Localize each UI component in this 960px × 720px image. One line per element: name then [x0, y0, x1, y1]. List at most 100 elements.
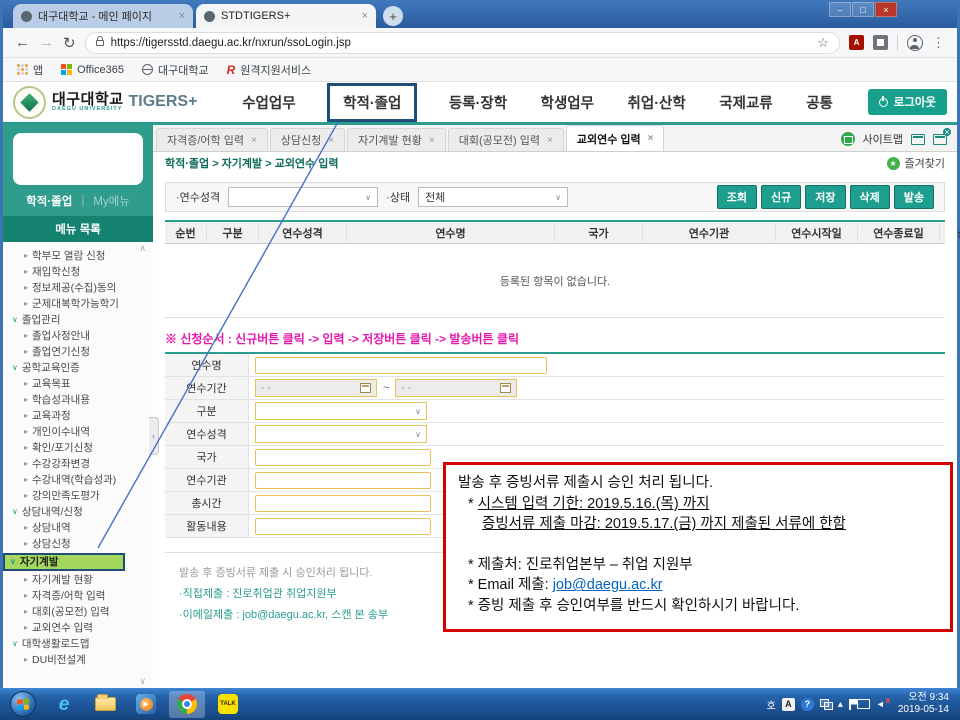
content-tab[interactable]: 대회(공모전) 입력×: [448, 128, 564, 151]
sidebar-menu-item-highlighted[interactable]: ∨자기계발: [3, 553, 125, 571]
tab-close-icon[interactable]: ×: [251, 135, 257, 146]
taskbar-wmp-button[interactable]: ▶: [128, 691, 164, 718]
training-nature-select[interactable]: ∨: [255, 425, 427, 443]
training-period-end-input[interactable]: - -: [395, 379, 517, 397]
content-tab[interactable]: 자격증/어학 입력×: [156, 128, 268, 151]
sidebar-menu-item[interactable]: ▸자격증/어학 입력: [3, 588, 153, 604]
browser-menu-icon[interactable]: ⋮: [932, 35, 945, 51]
institution-input[interactable]: [255, 472, 431, 489]
display-tray-icon[interactable]: [857, 699, 870, 709]
tab-close-icon[interactable]: ×: [179, 10, 185, 22]
action-center-flag-icon[interactable]: [849, 699, 851, 710]
sidebar-menu-item[interactable]: ∨상담내역/신청: [3, 504, 153, 520]
nav-item[interactable]: 국제교류: [717, 86, 774, 119]
volume-muted-icon[interactable]: [876, 698, 890, 710]
taskbar-kakao-button[interactable]: TALK: [210, 691, 246, 718]
tab-close-icon[interactable]: ×: [362, 10, 368, 22]
country-input[interactable]: [255, 449, 431, 466]
calendar-icon[interactable]: [360, 383, 371, 393]
browser-tab[interactable]: 대구대학교 - 메인 페이지×: [13, 4, 193, 28]
calendar-icon[interactable]: [500, 383, 511, 393]
new-tab-button[interactable]: +: [383, 6, 403, 26]
taskbar-ie-button[interactable]: e: [46, 691, 82, 718]
nav-item-highlighted[interactable]: 학적·졸업: [327, 83, 417, 122]
logout-button[interactable]: 로그아웃: [868, 89, 947, 115]
sidebar-menu-item[interactable]: ▸정보제공(수집)동의: [3, 280, 153, 296]
sidebar-menu-item[interactable]: ▸수강강좌변경: [3, 456, 153, 472]
ime-korean-icon[interactable]: 호: [767, 697, 776, 712]
action-button[interactable]: 저장: [805, 185, 845, 209]
sidebar-menu-item[interactable]: ▸졸업사정안내: [3, 328, 153, 344]
action-button[interactable]: 삭제: [850, 185, 890, 209]
help-tray-icon[interactable]: ?: [801, 698, 814, 711]
sidebar-menu-item[interactable]: ▸DU비전설계: [3, 652, 153, 668]
nature-select[interactable]: ∨: [228, 187, 378, 207]
activity-input[interactable]: [255, 518, 431, 535]
status-select[interactable]: 전체 ∨: [418, 187, 568, 207]
favorite-control[interactable]: ★ 즐겨찾기: [887, 155, 945, 171]
sidebar-menu-item[interactable]: ▸자기계발 현황: [3, 572, 153, 588]
content-tab[interactable]: 자기계발 현황×: [347, 128, 446, 151]
email-link[interactable]: job@daegu.ac.kr: [553, 577, 663, 593]
sitemap-link[interactable]: 사이트맵: [863, 131, 903, 147]
reload-icon[interactable]: ↻: [63, 34, 76, 52]
total-hours-input[interactable]: [255, 495, 431, 512]
sidebar-menu-item[interactable]: ▸교외연수 입력: [3, 620, 153, 636]
bookmark-item[interactable]: R원격지원서비스: [227, 62, 312, 78]
training-name-input[interactable]: [255, 357, 547, 374]
nav-item[interactable]: 학생업무: [539, 86, 596, 119]
bookmark-star-icon[interactable]: ☆: [817, 35, 829, 51]
sidebar-menu-item[interactable]: ▸대회(공모전) 입력: [3, 604, 153, 620]
sidebar-menu-item[interactable]: ▸개인이수내역: [3, 424, 153, 440]
bookmark-item[interactable]: Office365: [61, 64, 124, 76]
taskbar-explorer-button[interactable]: [87, 691, 123, 718]
sidebar-collapse-handle[interactable]: ‹: [149, 417, 159, 455]
sidebar-menu-item[interactable]: ∨졸업관리: [3, 312, 153, 328]
tab-close-icon[interactable]: ×: [328, 135, 334, 146]
tray-app-icon[interactable]: [820, 699, 832, 709]
close-button[interactable]: ×: [875, 2, 897, 17]
address-bar[interactable]: https://tigersstd.daegu.ac.kr/nxrun/ssoL…: [85, 32, 840, 54]
nav-item[interactable]: 취업·산학: [626, 86, 688, 119]
action-button[interactable]: 발송: [894, 185, 934, 209]
bookmark-item[interactable]: 대구대학교: [142, 62, 209, 78]
search-button[interactable]: 조회: [717, 185, 757, 209]
sidebar-menu-item[interactable]: ▸학부모 열람 신청: [3, 248, 153, 264]
tab-close-icon[interactable]: ×: [648, 133, 654, 144]
sidebar-menu-item[interactable]: ▸상담신청: [3, 536, 153, 552]
content-tab[interactable]: 교외연수 입력×: [566, 125, 665, 151]
maximize-button[interactable]: □: [852, 2, 874, 17]
sidebar-tab-academic[interactable]: 학적·졸업: [26, 193, 72, 209]
open-window-icon[interactable]: [911, 134, 925, 145]
close-window-icon[interactable]: [933, 134, 947, 145]
extension-icon[interactable]: [873, 35, 888, 50]
sidebar-menu-item[interactable]: ▸군제대복학가능학기: [3, 296, 153, 312]
sidebar-menu-item[interactable]: ▸교육과정: [3, 408, 153, 424]
content-tab[interactable]: 상담신청×: [270, 128, 345, 151]
bookmark-item[interactable]: 앱: [17, 62, 43, 78]
pdf-extension-icon[interactable]: A: [849, 35, 864, 50]
ime-english-icon[interactable]: A: [782, 698, 795, 711]
training-period-start-input[interactable]: - -: [255, 379, 377, 397]
sidebar-menu-item[interactable]: ▸교육목표: [3, 376, 153, 392]
nav-item[interactable]: 공통: [804, 86, 835, 119]
sidebar-menu-item[interactable]: ▸강의만족도평가: [3, 488, 153, 504]
profile-icon[interactable]: [907, 35, 923, 51]
category-select[interactable]: ∨: [255, 402, 427, 420]
sidebar-menu-item[interactable]: ▸졸업연기신청: [3, 344, 153, 360]
sidebar-menu-item[interactable]: ▸학습성과내용: [3, 392, 153, 408]
back-icon[interactable]: ←: [15, 34, 30, 51]
browser-tab[interactable]: STDTIGERS+×: [196, 4, 376, 28]
tab-close-icon[interactable]: ×: [429, 135, 435, 146]
sidebar-tab-mymenu[interactable]: My메뉴: [93, 193, 130, 209]
taskbar-chrome-button[interactable]: [169, 691, 205, 718]
taskbar-start-button[interactable]: [5, 691, 41, 718]
sidebar-menu-item[interactable]: ▸확인/포기신청: [3, 440, 153, 456]
sidebar-menu-item[interactable]: ∨대학생활로드맵: [3, 636, 153, 652]
nav-item[interactable]: 등록·장학: [447, 86, 509, 119]
nav-item[interactable]: 수업업무: [240, 86, 297, 119]
sidebar-menu-item[interactable]: ∨공학교육인증: [3, 360, 153, 376]
minimize-button[interactable]: –: [829, 2, 851, 17]
forward-icon[interactable]: →: [39, 34, 54, 51]
tray-expand-icon[interactable]: ▴: [838, 699, 843, 710]
